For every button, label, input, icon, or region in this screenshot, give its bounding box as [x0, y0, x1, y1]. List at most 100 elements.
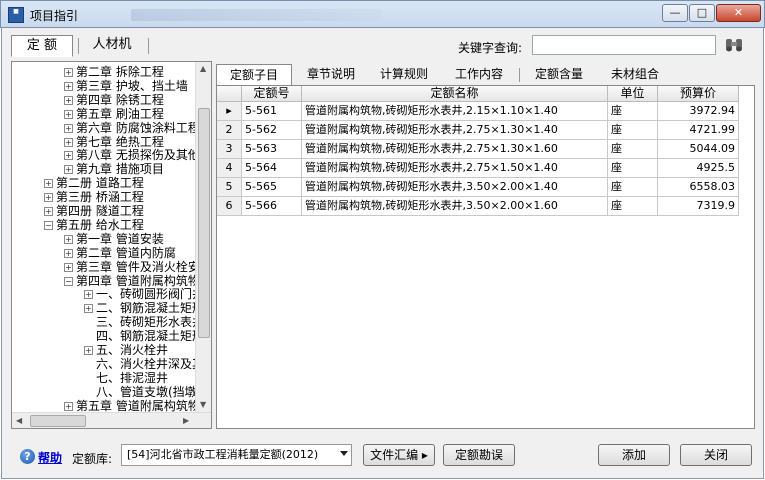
collapse-icon[interactable]: −: [44, 220, 53, 230]
tab-quota-items[interactable]: 定额子目: [216, 64, 292, 86]
tab-quota[interactable]: 定 额: [11, 35, 73, 57]
keyword-input[interactable]: [532, 35, 716, 55]
app-icon: ■: [8, 7, 24, 23]
tree-item-label: 第四章 除锈工程: [76, 92, 164, 107]
tree-item[interactable]: + 第七章 绝热工程: [64, 135, 195, 149]
collapse-icon[interactable]: −: [64, 276, 73, 286]
tree-item[interactable]: + 第三册 桥涵工程: [44, 190, 195, 204]
tree-item[interactable]: − 第四章 管道附属构筑物: [64, 274, 195, 288]
expand-icon[interactable]: +: [64, 401, 73, 411]
tree-item-label: 第七章 绝热工程: [76, 134, 164, 149]
expand-icon[interactable]: +: [64, 95, 73, 105]
chevron-down-icon: [340, 451, 348, 456]
expand-icon[interactable]: +: [64, 123, 73, 133]
column-header-name[interactable]: 定额名称: [302, 86, 608, 102]
scroll-right-icon[interactable]: ▶: [183, 416, 189, 425]
tree-item[interactable]: 三、砖砌矩形水表井: [84, 315, 195, 329]
expand-icon[interactable]: +: [64, 234, 73, 244]
scroll-down-icon[interactable]: ▼: [200, 400, 206, 409]
tree-horizontal-scroll-thumb[interactable]: [30, 415, 86, 427]
tree-item[interactable]: +第三章 管件及消火栓安装: [64, 260, 195, 274]
minimize-button[interactable]: —: [662, 4, 688, 22]
library-select[interactable]: [54]河北省市政工程消耗量定额(2012): [121, 444, 352, 466]
row-header[interactable]: 6: [217, 197, 242, 216]
tree-item[interactable]: + 第八章 无损探伤及其他: [64, 148, 195, 162]
add-button[interactable]: 添加: [598, 444, 670, 466]
close-window-button[interactable]: ✕: [716, 4, 761, 22]
detail-tabs: 定额子目 章节说明 计算规则 工作内容 定额含量 未材组合: [216, 64, 757, 86]
tree-item-label: 五、消火栓井: [96, 343, 169, 357]
tree-item[interactable]: − 第五册 给水工程: [44, 218, 195, 232]
column-header-price[interactable]: 预算价: [658, 86, 739, 102]
tree-item[interactable]: + 第二章 拆除工程: [64, 65, 195, 79]
tree-item[interactable]: + 第五章 管道附属构筑物: [64, 399, 195, 413]
expand-icon[interactable]: +: [64, 109, 73, 119]
scroll-up-icon[interactable]: ▲: [200, 64, 206, 73]
title-bar-blur: [131, 9, 381, 21]
tab-chapter-notes[interactable]: 章节说明: [296, 64, 366, 86]
tree-item[interactable]: + 第三章 护坡、挡土墙: [64, 79, 195, 93]
tree-item-label: 第三章 管件及消火栓安装: [76, 259, 195, 274]
tree-item[interactable]: + 第四章 除锈工程: [64, 93, 195, 107]
tab-quota-content[interactable]: 定额含量: [524, 64, 594, 86]
quota-errata-button[interactable]: 定额勘误: [443, 444, 515, 466]
window-title: 项目指引: [30, 9, 79, 23]
cell-unit: 座: [608, 159, 658, 178]
expand-icon[interactable]: +: [44, 179, 53, 189]
tree-item[interactable]: + 第五章 刷油工程: [64, 107, 195, 121]
row-header[interactable]: 5: [217, 178, 242, 197]
row-header[interactable]: 4: [217, 159, 242, 178]
tree-item-label: 第二章 管道内防腐: [76, 245, 176, 260]
help-icon[interactable]: ?: [20, 449, 35, 464]
expand-icon[interactable]: +: [44, 207, 53, 216]
expand-icon[interactable]: +: [64, 68, 73, 77]
tab-labor-material-machine[interactable]: 人材机: [80, 35, 144, 57]
expand-icon[interactable]: +: [64, 137, 73, 147]
tree-item[interactable]: + 第九章 措施项目: [64, 162, 195, 176]
keyword-label: 关键字查询:: [458, 41, 523, 55]
tab-work-content[interactable]: 工作内容: [444, 64, 514, 86]
tree-item[interactable]: 七、排泥湿井: [84, 371, 195, 385]
expand-icon[interactable]: +: [64, 151, 73, 161]
scroll-left-icon[interactable]: ◀: [16, 416, 22, 425]
library-label: 定额库:: [72, 452, 113, 466]
row-header[interactable]: ▸: [217, 102, 242, 121]
maximize-button[interactable]: □: [689, 4, 715, 22]
column-header-unit[interactable]: 单位: [608, 86, 658, 102]
tree-leaf-connector: [84, 360, 93, 369]
help-link[interactable]: 帮助: [38, 449, 62, 466]
tree-vertical-scroll-thumb[interactable]: [198, 108, 210, 338]
expand-icon[interactable]: +: [64, 81, 73, 91]
tree-item[interactable]: + 一、砖砌圆形阀门井: [84, 287, 195, 301]
expand-icon[interactable]: +: [84, 304, 93, 314]
binoculars-icon[interactable]: [724, 36, 744, 54]
tree-item-label: 第二册 道路工程: [56, 176, 144, 191]
tab-material-combo[interactable]: 未材组合: [600, 64, 670, 86]
tree-item[interactable]: + 第六章 防腐蚀涂料工程: [64, 121, 195, 135]
tree-item[interactable]: + 第一章 管道安装: [64, 232, 195, 246]
expand-icon[interactable]: +: [64, 248, 73, 258]
tab-calculation-rules[interactable]: 计算规则: [369, 64, 439, 86]
row-header[interactable]: 2: [217, 121, 242, 140]
expand-icon[interactable]: +: [84, 346, 93, 355]
tree-item[interactable]: 六、消火栓井深及其他: [84, 357, 195, 371]
tree-item[interactable]: 四、钢筋混凝土矩形: [84, 329, 195, 343]
tree-item[interactable]: + 第二章 管道内防腐: [64, 246, 195, 260]
tree-horizontal-scrollbar[interactable]: ◀ ▶: [12, 412, 211, 428]
expand-icon[interactable]: +: [44, 193, 53, 203]
tree-item[interactable]: + 第四册 隧道工程: [44, 204, 195, 218]
row-header[interactable]: 3: [217, 140, 242, 159]
cell-price: 5044.09: [658, 140, 739, 159]
file-summary-button[interactable]: 文件汇编 ▸: [363, 444, 435, 466]
tree-item[interactable]: 八、管道支墩(挡墩): [84, 385, 195, 399]
tree-item-label: 第三册 桥涵工程: [56, 190, 144, 205]
tree-item[interactable]: + 二、钢筋混凝土矩形: [84, 301, 195, 315]
expand-icon[interactable]: +: [64, 165, 73, 175]
close-button[interactable]: 关闭: [680, 444, 752, 466]
expand-icon[interactable]: +: [84, 290, 93, 300]
expand-icon[interactable]: +: [64, 262, 73, 272]
tree-vertical-scrollbar[interactable]: ▲ ▼: [195, 62, 211, 412]
column-header-code[interactable]: 定额号: [242, 86, 302, 102]
tree-item[interactable]: + 第二册 道路工程: [44, 176, 195, 190]
tree-item[interactable]: + 五、消火栓井: [84, 343, 195, 357]
